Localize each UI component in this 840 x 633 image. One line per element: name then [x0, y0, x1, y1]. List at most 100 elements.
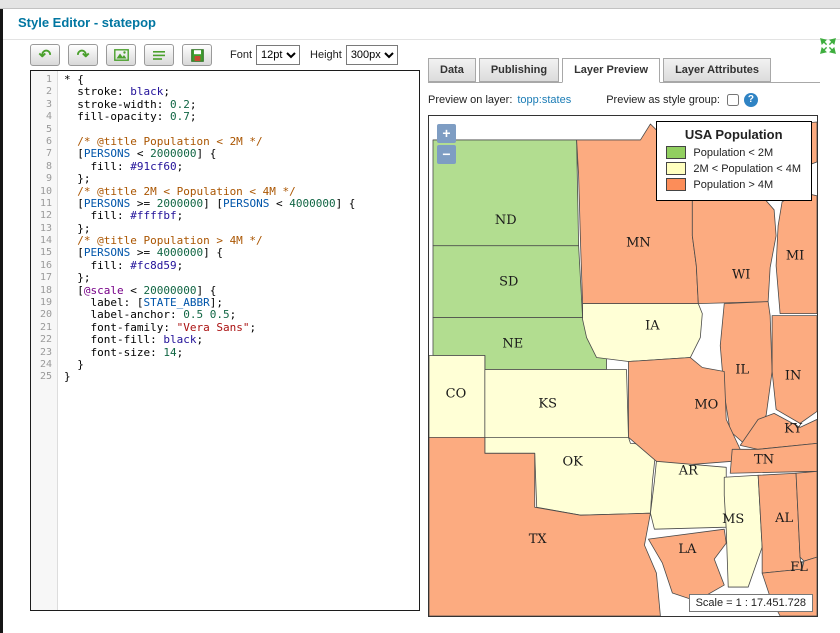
state-label-mo: MO [694, 397, 718, 412]
line-number: 5 [31, 124, 57, 136]
line-number: 16 [31, 260, 57, 272]
line-number: 3 [31, 99, 57, 111]
height-select[interactable]: 300px [346, 45, 398, 65]
insert-image-button[interactable] [106, 44, 136, 66]
tab-layer-preview[interactable]: Layer Preview [562, 58, 660, 83]
state-label-mn: MN [626, 236, 651, 251]
layer-tabs: DataPublishingLayer PreviewLayer Attribu… [428, 57, 820, 83]
window-left-edge [0, 0, 3, 633]
state-shape[interactable] [796, 471, 817, 561]
code-line: fill: #ffffbf; [64, 210, 419, 222]
state-mo[interactable] [628, 358, 740, 466]
help-icon[interactable]: ? [744, 93, 758, 107]
line-number: 11 [31, 198, 57, 210]
font-select[interactable]: 12pt [256, 45, 300, 65]
preview-on-layer-label: Preview on layer: [428, 94, 512, 106]
maximize-icon [820, 38, 836, 54]
state-label-tx: TX [529, 532, 548, 547]
line-number: 23 [31, 347, 57, 359]
legend-label: Population < 2M [693, 147, 773, 159]
code-line: fill-opacity: 0.7; [64, 111, 419, 123]
font-label: Font [230, 49, 252, 61]
line-number: 19 [31, 297, 57, 309]
legend-label: Population > 4M [693, 179, 773, 191]
line-number: 25 [31, 371, 57, 383]
code-line: fill: #fc8d59; [64, 260, 419, 272]
tab-publishing[interactable]: Publishing [479, 58, 559, 82]
legend-title: USA Population [666, 127, 801, 142]
line-number: 18 [31, 285, 57, 297]
legend-swatch [666, 178, 686, 191]
zoom-in-button[interactable]: + [437, 124, 456, 143]
code-line: } [64, 371, 419, 383]
line-number: 22 [31, 334, 57, 346]
state-la[interactable] [648, 529, 726, 601]
state-label-co: CO [446, 386, 467, 401]
legend-label: 2M < Population < 4M [693, 163, 801, 175]
save-button[interactable] [182, 44, 212, 66]
state-label-il: IL [735, 362, 749, 377]
lines-icon [152, 50, 166, 61]
undo-button[interactable]: ↶ [30, 44, 60, 66]
state-label-sd: SD [499, 275, 518, 290]
legend-items: Population < 2M 2M < Population < 4M Popul… [666, 146, 801, 191]
style-group-label: Preview as style group: [606, 94, 720, 106]
line-number: 20 [31, 309, 57, 321]
page-title: Style Editor - statepop [18, 15, 156, 30]
tab-layer-attributes[interactable]: Layer Attributes [663, 58, 771, 82]
style-code-editor[interactable]: 1234567891011121314151617181920212223242… [30, 70, 420, 611]
tab-data[interactable]: Data [428, 58, 476, 82]
legend-swatch [666, 146, 686, 159]
line-number: 1 [31, 74, 57, 86]
scale-indicator: Scale = 1 : 17.451.728 [689, 594, 813, 612]
state-label-nd: ND [495, 213, 517, 228]
code-line: font-size: 14; [64, 347, 419, 359]
state-label-la: LA [678, 542, 697, 557]
state-label-tn: TN [754, 452, 774, 467]
line-number: 17 [31, 272, 57, 284]
map-preview[interactable]: NDSDNECOKSOKTXMNWIMIIAILINMOKYTNARMSALLA… [428, 115, 818, 617]
map-legend: USA Population Population < 2M 2M < Popul… [656, 121, 812, 201]
editor-toolbar: ↶ ↷ Font 12pt Height 300px [30, 43, 398, 67]
preview-options-row: Preview on layer: topp:states Preview as… [428, 91, 818, 108]
line-number: 14 [31, 235, 57, 247]
code-line: } [64, 359, 419, 371]
code-line: fill: #91cf60; [64, 161, 419, 173]
state-label-ne: NE [502, 337, 523, 352]
legend-item: 2M < Population < 4M [666, 162, 801, 175]
line-number: 15 [31, 247, 57, 259]
window-top-strip [0, 0, 840, 9]
legend-item: Population > 4M [666, 178, 801, 191]
legend-swatch [666, 162, 686, 175]
code-area[interactable]: * { stroke: black; stroke-width: 0.2; fi… [58, 71, 419, 610]
line-number: 8 [31, 161, 57, 173]
zoom-out-button[interactable]: − [437, 145, 456, 164]
reformat-button[interactable] [144, 44, 174, 66]
undo-icon: ↶ [39, 48, 52, 63]
state-ms[interactable] [724, 475, 762, 587]
state-label-fl: FL [790, 560, 808, 575]
zoom-controls: + − [437, 124, 456, 166]
save-icon [191, 49, 204, 62]
state-label-ar: AR [678, 463, 699, 478]
state-label-ok: OK [562, 454, 583, 469]
state-label-wi: WI [732, 268, 750, 283]
layer-link[interactable]: topp:states [517, 94, 571, 106]
redo-button[interactable]: ↷ [68, 44, 98, 66]
state-label-ky: KY [784, 421, 802, 436]
line-number: 21 [31, 322, 57, 334]
line-number: 2 [31, 86, 57, 98]
line-number: 7 [31, 148, 57, 160]
state-label-in: IN [785, 368, 801, 383]
state-label-mi: MI [786, 249, 804, 264]
line-number: 4 [31, 111, 57, 123]
legend-item: Population < 2M [666, 146, 801, 159]
state-ia[interactable] [583, 304, 703, 362]
image-icon [114, 49, 129, 61]
height-label: Height [310, 49, 342, 61]
line-number: 6 [31, 136, 57, 148]
style-group-checkbox[interactable] [727, 94, 739, 106]
maximize-editor-icon[interactable] [820, 38, 836, 54]
line-number-gutter: 1234567891011121314151617181920212223242… [31, 71, 58, 610]
line-number: 12 [31, 210, 57, 222]
